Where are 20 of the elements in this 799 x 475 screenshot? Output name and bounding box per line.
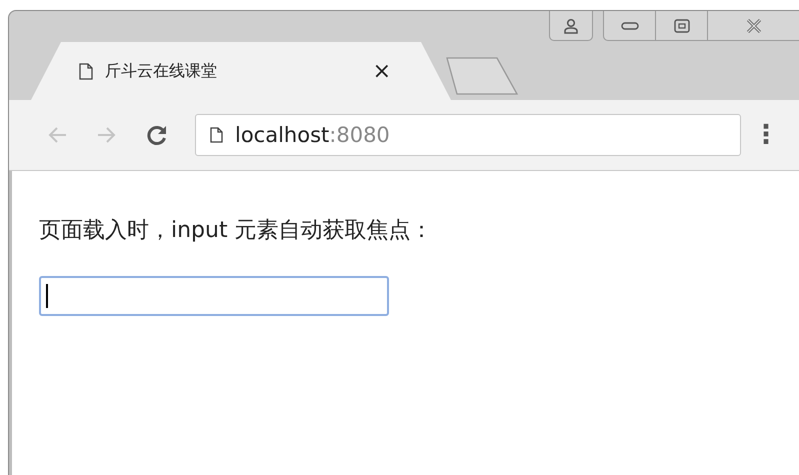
minimize-button[interactable]: [603, 11, 655, 41]
new-tab-button[interactable]: [445, 56, 519, 96]
profile-button[interactable]: [549, 11, 593, 41]
reload-icon: [146, 124, 168, 146]
person-icon: [563, 18, 579, 34]
forward-arrow-icon: [97, 126, 117, 144]
close-tab-button[interactable]: ×: [372, 58, 391, 84]
instruction-text: 页面载入时，input 元素自动获取焦点：: [39, 217, 434, 245]
browser-tab[interactable]: 斤斗云在线课堂 ×: [31, 42, 451, 100]
text-input[interactable]: [39, 276, 389, 316]
close-button[interactable]: [707, 11, 799, 41]
back-arrow-icon: [47, 126, 67, 144]
address-field[interactable]: localhost:8080: [195, 114, 741, 156]
maximize-icon: [674, 18, 690, 32]
menu-button[interactable]: ⋮: [751, 120, 781, 150]
minimize-icon: [620, 22, 638, 30]
maximize-button[interactable]: [655, 11, 707, 41]
page-icon: [210, 127, 223, 143]
close-icon: [746, 18, 762, 32]
page-icon: [79, 62, 93, 80]
